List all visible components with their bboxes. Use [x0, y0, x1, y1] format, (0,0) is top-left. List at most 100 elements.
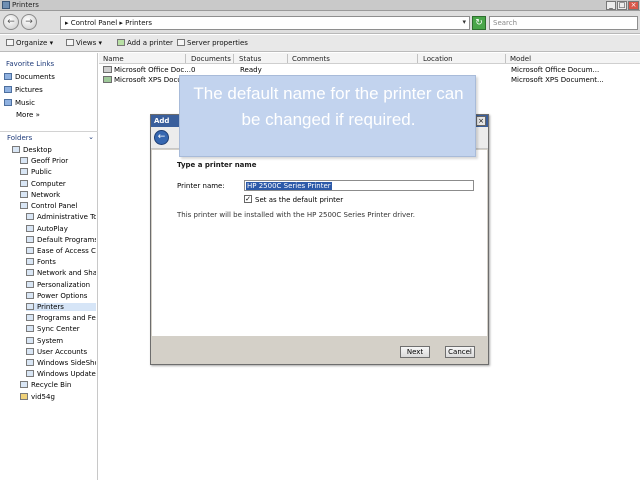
chevron-down-icon[interactable]: ⌄	[88, 133, 94, 141]
tree-label: AutoPlay	[37, 225, 68, 233]
back-button[interactable]: ←	[3, 14, 19, 30]
favorite-music[interactable]: Music	[4, 99, 35, 107]
tree-item-ease-of-access[interactable]: Ease of Access Center	[26, 247, 96, 255]
sync-icon	[26, 325, 34, 332]
printer-status: Ready	[240, 66, 262, 74]
column-documents[interactable]: Documents	[191, 55, 231, 63]
printer-icon	[103, 76, 112, 83]
tree-item-autoplay[interactable]: AutoPlay	[26, 225, 96, 233]
column-model[interactable]: Model	[510, 55, 531, 63]
tree-item-administrative-tools[interactable]: Administrative Tools	[26, 213, 96, 221]
address-field[interactable]: ▸ Control Panel ▸ Printers ▾	[60, 16, 470, 30]
tree-item-vid54g[interactable]: vid54g	[20, 393, 96, 401]
tree-item-default-programs[interactable]: Default Programs	[26, 236, 96, 244]
tree-item-computer[interactable]: Computer	[20, 180, 96, 188]
tree-item-network-sharing[interactable]: Network and Sharing	[26, 269, 96, 277]
tree-label: Network and Sharing	[37, 269, 96, 277]
folders-header[interactable]: Folders ⌄	[0, 131, 98, 142]
system-icon	[26, 337, 34, 344]
next-button[interactable]: Next	[400, 346, 430, 358]
column-name[interactable]: Name	[103, 55, 124, 63]
tree-item-fonts[interactable]: Fonts	[26, 258, 96, 266]
table-row[interactable]: Microsoft Office Doc...	[103, 66, 191, 74]
forward-button[interactable]: →	[21, 14, 37, 30]
column-divider[interactable]	[233, 54, 234, 63]
printer-name-input[interactable]: HP 2500C Series Printer	[244, 180, 474, 191]
organize-icon	[6, 39, 14, 46]
dialog-body: Type a printer name Printer name: HP 250…	[152, 150, 487, 336]
close-button[interactable]: ×	[628, 1, 639, 10]
add-printer-button[interactable]: Add a printer	[117, 39, 173, 47]
folder-icon	[20, 168, 28, 175]
column-divider[interactable]	[505, 54, 506, 63]
dialog-close-button[interactable]: ×	[476, 116, 486, 126]
column-divider[interactable]	[417, 54, 418, 63]
tree-item-user-accounts[interactable]: User Accounts	[26, 348, 96, 356]
tree-item-desktop[interactable]: Desktop	[12, 146, 96, 154]
add-printer-icon	[117, 39, 125, 46]
more-links[interactable]: More »	[16, 111, 40, 119]
tree-item-printers[interactable]: Printers	[26, 303, 96, 311]
address-bar: ← → ▸ Control Panel ▸ Printers ▾ ↻ Searc…	[0, 11, 640, 34]
recycle-bin-icon	[20, 381, 28, 388]
sideshow-icon	[26, 359, 34, 366]
computer-icon	[20, 180, 28, 187]
tree-item-user[interactable]: Geoff Prior	[20, 157, 96, 165]
tree-label: Public	[31, 168, 52, 176]
tree-item-windows-update[interactable]: Windows Update	[26, 370, 96, 378]
tree-label: System	[37, 337, 64, 345]
column-status[interactable]: Status	[239, 55, 261, 63]
personalization-icon	[26, 281, 34, 288]
views-icon	[66, 39, 74, 46]
folders-title: Folders	[7, 134, 33, 142]
tree-item-programs-features[interactable]: Programs and Features	[26, 314, 96, 322]
search-input[interactable]: Search	[489, 16, 638, 30]
cancel-button[interactable]: Cancel	[445, 346, 475, 358]
tree-label: Windows SideShow	[37, 359, 96, 367]
tree-item-sync-center[interactable]: Sync Center	[26, 325, 96, 333]
favorite-links-title: Favorite Links	[6, 60, 55, 68]
minimize-button[interactable]: _	[606, 1, 616, 10]
tree-label: Recycle Bin	[31, 381, 72, 389]
favorite-pictures[interactable]: Pictures	[4, 86, 43, 94]
tree-item-public[interactable]: Public	[20, 168, 96, 176]
tree-label: Windows Update	[37, 370, 96, 378]
update-icon	[26, 370, 34, 377]
tree-item-power-options[interactable]: Power Options	[26, 292, 96, 300]
column-location[interactable]: Location	[423, 55, 453, 63]
favorite-documents[interactable]: Documents	[4, 73, 55, 81]
breadcrumb[interactable]: ▸ Control Panel ▸ Printers	[65, 19, 152, 27]
tree-item-control-panel[interactable]: Control Panel	[20, 202, 96, 210]
default-printer-label[interactable]: Set as the default printer	[255, 196, 343, 204]
printer-icon	[103, 66, 112, 73]
organize-menu[interactable]: Organize ▾	[6, 39, 53, 47]
column-comments[interactable]: Comments	[292, 55, 330, 63]
power-icon	[26, 292, 34, 299]
tree-item-network[interactable]: Network	[20, 191, 96, 199]
back-arrow-icon[interactable]: ←	[154, 130, 169, 145]
tree-item-sideshow[interactable]: Windows SideShow	[26, 359, 96, 367]
printer-model: Microsoft XPS Document...	[511, 76, 604, 84]
chevron-down-icon[interactable]: ▾	[462, 18, 466, 26]
default-printer-checkbox[interactable]: ✓	[244, 195, 252, 203]
add-printer-label: Add a printer	[127, 39, 173, 47]
tree-item-system[interactable]: System	[26, 337, 96, 345]
views-menu[interactable]: Views ▾	[66, 39, 102, 47]
column-divider[interactable]	[287, 54, 288, 63]
printers-icon	[2, 1, 10, 9]
refresh-icon[interactable]: ↻	[472, 16, 486, 30]
callout-text: The default name for the printer can be …	[193, 84, 464, 129]
autoplay-icon	[26, 225, 34, 232]
tree-label: Ease of Access Center	[37, 247, 96, 255]
tree-label: Programs and Features	[37, 314, 96, 322]
fonts-icon	[26, 258, 34, 265]
desktop-icon	[12, 146, 20, 153]
tree-item-personalization[interactable]: Personalization	[26, 281, 96, 289]
command-bar: Organize ▾ Views ▾ Add a printer Server …	[0, 35, 640, 52]
tree-label: Printers	[37, 303, 64, 311]
maximize-button[interactable]: □	[617, 1, 627, 10]
column-divider[interactable]	[185, 54, 186, 63]
tree-label: Desktop	[23, 146, 52, 154]
tree-item-recycle-bin[interactable]: Recycle Bin	[20, 381, 96, 389]
server-properties-button[interactable]: Server properties	[177, 39, 248, 47]
